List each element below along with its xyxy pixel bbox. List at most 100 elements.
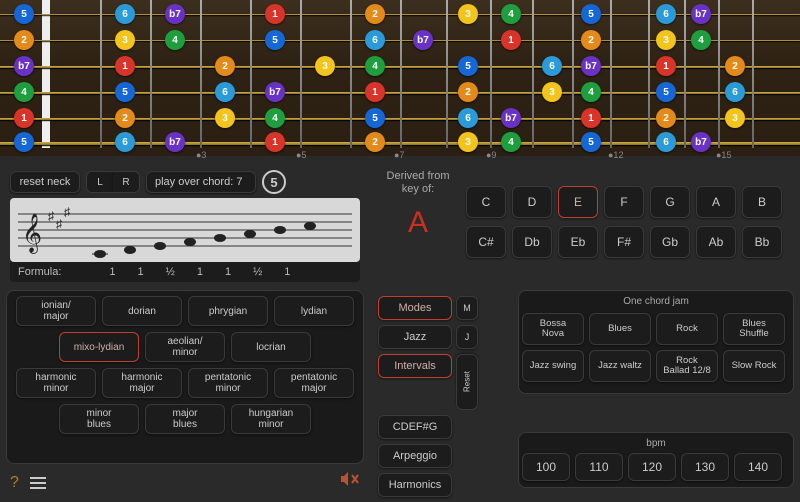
fretboard-note[interactable]: 3 <box>656 30 676 50</box>
key-ab-button[interactable]: Ab <box>696 226 736 258</box>
fretboard-note[interactable]: 6 <box>458 108 478 128</box>
fretboard-note[interactable]: b7 <box>501 108 521 128</box>
fretboard-note[interactable]: 2 <box>14 30 34 50</box>
fretboard-note[interactable]: 1 <box>265 132 285 152</box>
mute-icon[interactable] <box>340 471 360 492</box>
jam-rock-ballad-12-8-button[interactable]: Rock Ballad 12/8 <box>656 350 718 382</box>
jam-jazz-swing-button[interactable]: Jazz swing <box>522 350 584 382</box>
fretboard-note[interactable]: 3 <box>725 108 745 128</box>
fretboard-note[interactable]: 3 <box>215 108 235 128</box>
fretboard-note[interactable]: 3 <box>458 132 478 152</box>
jam-slow-rock-button[interactable]: Slow Rock <box>723 350 785 382</box>
scale-harmonic-major-button[interactable]: harmonic major <box>102 368 182 398</box>
jam-jazz-waltz-button[interactable]: Jazz waltz <box>589 350 651 382</box>
key-gb-button[interactable]: Gb <box>650 226 690 258</box>
key-b-button[interactable]: B <box>742 186 782 218</box>
fretboard-note[interactable]: 2 <box>215 56 235 76</box>
fretboard-note[interactable]: 6 <box>656 4 676 24</box>
hand-right-button[interactable]: R <box>113 172 139 192</box>
key-f-button[interactable]: F <box>604 186 644 218</box>
fretboard-note[interactable]: 1 <box>265 4 285 24</box>
scale-harmonic-minor-button[interactable]: harmonic minor <box>16 368 96 398</box>
key-c-button[interactable]: C <box>466 186 506 218</box>
fretboard-note[interactable]: 4 <box>691 30 711 50</box>
scale-ionian-major-button[interactable]: ionian/ major <box>16 296 96 326</box>
fretboard-note[interactable]: 5 <box>14 132 34 152</box>
play-over-chord-button[interactable]: play over chord: 7 <box>146 171 256 193</box>
fretboard-note[interactable]: b7 <box>165 4 185 24</box>
modes-button[interactable]: Modes <box>378 296 452 320</box>
position-number-button[interactable]: 5 <box>262 170 286 194</box>
fretboard-note[interactable]: 2 <box>725 56 745 76</box>
fretboard-note[interactable]: 2 <box>365 132 385 152</box>
fretboard-note[interactable]: 1 <box>656 56 676 76</box>
fretboard-note[interactable]: b7 <box>14 56 34 76</box>
fretboard-note[interactable]: 6 <box>725 82 745 102</box>
fretboard-note[interactable]: 4 <box>501 132 521 152</box>
fretboard-note[interactable]: 6 <box>115 4 135 24</box>
fretboard-note[interactable]: 4 <box>265 108 285 128</box>
fretboard-note[interactable]: 1 <box>501 30 521 50</box>
fretboard-note[interactable]: 6 <box>542 56 562 76</box>
fretboard-note[interactable]: b7 <box>691 132 711 152</box>
fretboard-note[interactable]: 3 <box>115 30 135 50</box>
key-a-button[interactable]: A <box>696 186 736 218</box>
arpeggio-button[interactable]: Arpeggio <box>378 444 452 468</box>
scale-phrygian-button[interactable]: phrygian <box>188 296 268 326</box>
fretboard-note[interactable]: 3 <box>458 4 478 24</box>
fretboard-note[interactable]: 5 <box>581 4 601 24</box>
key-fsharp-button[interactable]: F# <box>604 226 644 258</box>
key-e-button[interactable]: E <box>558 186 598 218</box>
bpm-120-button[interactable]: 120 <box>628 453 676 481</box>
fretboard-note[interactable]: 6 <box>115 132 135 152</box>
bpm-110-button[interactable]: 110 <box>575 453 623 481</box>
cdefg-button[interactable]: CDEF#G <box>378 415 452 439</box>
hand-left-button[interactable]: L <box>87 172 113 192</box>
bpm-100-button[interactable]: 100 <box>522 453 570 481</box>
m-side-button[interactable]: M <box>456 296 478 320</box>
fretboard-note[interactable]: 2 <box>365 4 385 24</box>
key-d-button[interactable]: D <box>512 186 552 218</box>
fretboard-note[interactable]: 4 <box>14 82 34 102</box>
scale-minor-blues-button[interactable]: minor blues <box>59 404 139 434</box>
fretboard-note[interactable]: 5 <box>458 56 478 76</box>
fretboard-note[interactable]: 6 <box>365 30 385 50</box>
fretboard-note[interactable]: b7 <box>165 132 185 152</box>
jam-bossa-nova-button[interactable]: Bossa Nova <box>522 313 584 345</box>
jam-rock-button[interactable]: Rock <box>656 313 718 345</box>
fretboard-note[interactable]: 4 <box>165 30 185 50</box>
fretboard-note[interactable]: b7 <box>581 56 601 76</box>
scale-locrian-button[interactable]: locrian <box>231 332 311 362</box>
fretboard-note[interactable]: 4 <box>581 82 601 102</box>
bpm-140-button[interactable]: 140 <box>734 453 782 481</box>
intervals-button[interactable]: Intervals <box>378 354 452 378</box>
fretboard-note[interactable]: 2 <box>581 30 601 50</box>
fretboard-note[interactable]: 2 <box>115 108 135 128</box>
scale-aeolian-minor-button[interactable]: aeolian/ minor <box>145 332 225 362</box>
key-db-button[interactable]: Db <box>512 226 552 258</box>
key-bb-button[interactable]: Bb <box>742 226 782 258</box>
reset-neck-button[interactable]: reset neck <box>10 171 80 193</box>
scale-hungarian-minor-button[interactable]: hungarian minor <box>231 404 311 434</box>
fretboard-note[interactable]: 5 <box>115 82 135 102</box>
scale-pentatonic-minor-button[interactable]: pentatonic minor <box>188 368 268 398</box>
fretboard-note[interactable]: 1 <box>365 82 385 102</box>
fretboard-note[interactable]: 2 <box>458 82 478 102</box>
scale-major-blues-button[interactable]: major blues <box>145 404 225 434</box>
fretboard-note[interactable]: b7 <box>265 82 285 102</box>
fretboard-note[interactable]: 4 <box>501 4 521 24</box>
key-csharp-button[interactable]: C# <box>466 226 506 258</box>
fretboard-note[interactable]: b7 <box>413 30 433 50</box>
reset-side-button[interactable]: Reset <box>456 354 478 410</box>
jam-blues-shuffle-button[interactable]: Blues Shuffle <box>723 313 785 345</box>
help-icon[interactable]: ? <box>10 474 19 492</box>
fretboard-note[interactable]: 3 <box>315 56 335 76</box>
fretboard-note[interactable]: 5 <box>14 4 34 24</box>
fretboard-note[interactable]: 5 <box>365 108 385 128</box>
fretboard-note[interactable]: 1 <box>581 108 601 128</box>
jazz-button[interactable]: Jazz <box>378 325 452 349</box>
fretboard-note[interactable]: 4 <box>365 56 385 76</box>
fretboard-note[interactable]: 1 <box>115 56 135 76</box>
scale-dorian-button[interactable]: dorian <box>102 296 182 326</box>
key-eb-button[interactable]: Eb <box>558 226 598 258</box>
